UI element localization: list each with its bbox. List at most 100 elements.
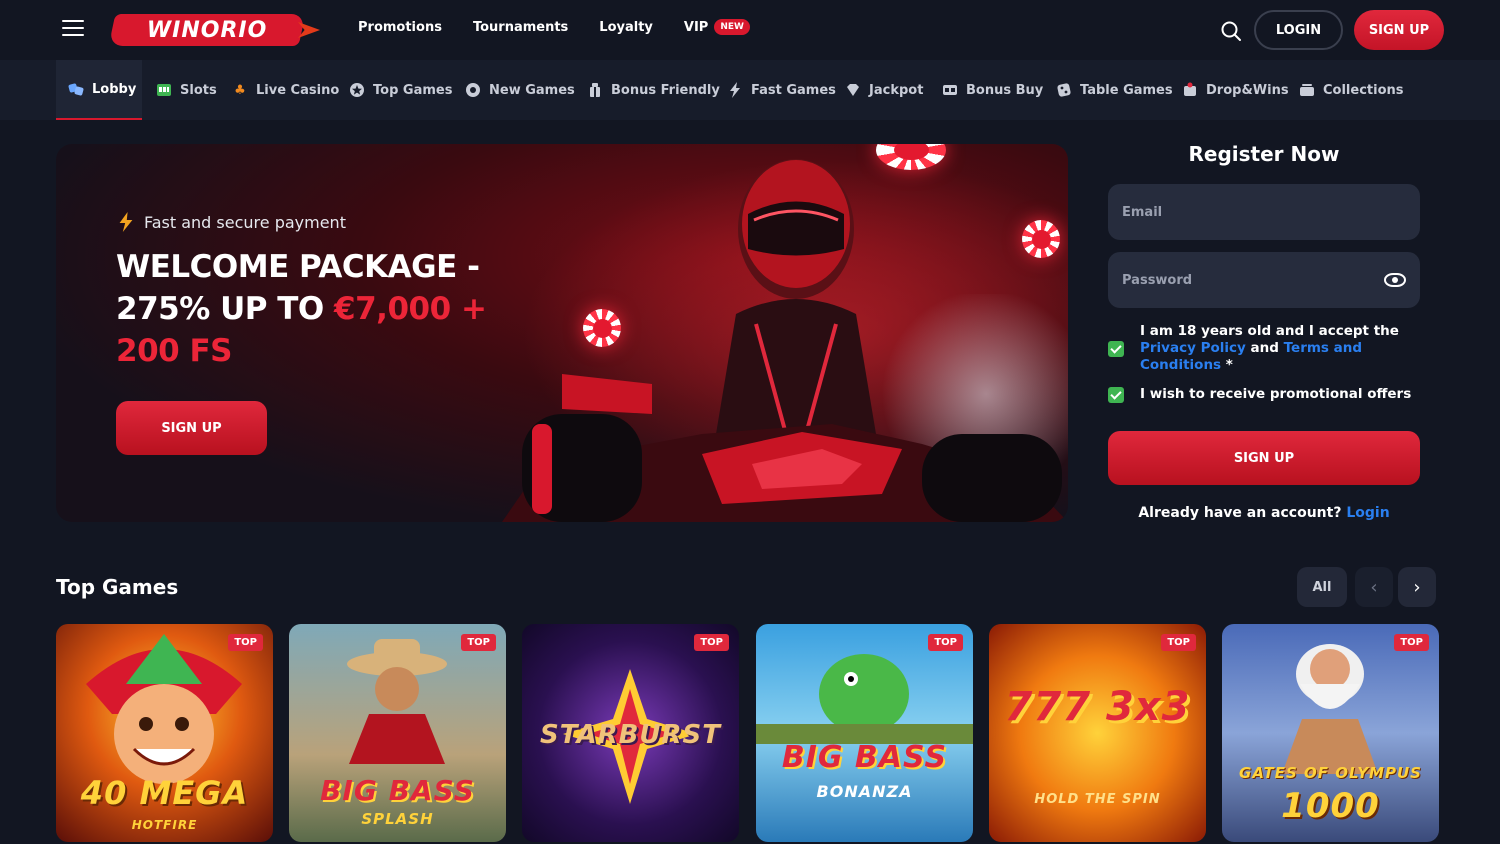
nav-tournaments[interactable]: Tournaments [473,19,568,35]
category-nav: Lobby Slots ♣ Live Casino Top Games New … [0,60,1500,120]
tab-label: Table Games [1080,82,1173,98]
login-button[interactable]: LOGIN [1254,10,1343,50]
tab-bonus-friendly[interactable]: Bonus Friendly [575,60,732,120]
tab-label: Collections [1323,82,1404,98]
new-badge: NEW [714,19,750,35]
tab-table-games[interactable]: Table Games [1044,60,1185,120]
gift-icon [587,82,603,98]
tab-label: Bonus Friendly [611,82,720,98]
register-title: Register Now [1188,142,1340,166]
nav-vip[interactable]: VIP NEW [684,19,750,35]
tab-label: Top Games [373,82,453,98]
tab-top-games[interactable]: Top Games [337,60,464,120]
game-card[interactable]: TOP BIG BASS SPLASH [289,624,506,842]
tab-label: Drop&Wins [1206,82,1289,98]
game-card[interactable]: TOP BIG BASS BONANZA [756,624,973,842]
eye-icon[interactable] [1384,273,1406,287]
site-logo[interactable]: WINORIO [108,14,320,46]
chevron-left-icon[interactable]: ‹ [1355,567,1393,607]
slots-icon [156,82,172,98]
race-car-image [502,374,1068,522]
password-field-wrapper [1108,252,1420,308]
game-subtitle: HOLD THE SPIN [1034,792,1161,807]
promo-label: I wish to receive promotional offers [1140,386,1412,402]
menu-icon[interactable] [62,20,84,38]
tab-fast-games[interactable]: Fast Games [715,60,848,120]
tab-label: Slots [180,82,217,98]
promo-checkbox-row: I wish to receive promotional offers [1108,386,1420,403]
casino-chip-image [1022,220,1060,258]
tab-label: New Games [489,82,575,98]
top-badge: TOP [461,634,496,651]
terms-prefix: I am 18 years old and I accept the [1140,323,1399,339]
tab-drop-wins[interactable]: Drop&Wins [1170,60,1301,120]
privacy-policy-link[interactable]: Privacy Policy [1140,340,1246,356]
tab-label: Fast Games [751,82,836,98]
signup-button[interactable]: SIGN UP [1354,10,1444,50]
club-icon: ♣ [234,82,246,98]
bolt-icon [727,82,743,98]
star-icon [349,82,365,98]
search-icon[interactable] [1220,20,1242,42]
top-badge: TOP [228,634,263,651]
terms-checkbox[interactable] [1108,341,1124,357]
terms-checkbox-row: I am 18 years old and I accept the Priva… [1108,323,1420,374]
game-title: GATES OF OLYMPUS [1239,764,1422,782]
email-field[interactable] [1122,204,1406,220]
tab-bonus-buy[interactable]: Bonus Buy [930,60,1055,120]
nav-loyalty[interactable]: Loyalty [599,19,653,35]
drop-icon [1182,82,1198,98]
nav-label: Tournaments [472,19,569,35]
promo-checkbox[interactable] [1108,387,1124,403]
chevron-right-icon[interactable]: › [1398,567,1436,607]
tab-collections[interactable]: Collections [1287,60,1416,120]
payment-tagline: Fast and secure payment [118,212,346,232]
game-title: 777 3x3 [1004,684,1191,730]
game-subtitle: SPLASH [361,810,434,828]
lightning-icon [119,212,133,232]
already-text: Already have an account? [1138,505,1342,521]
section-title: Top Games [56,575,179,599]
register-signup-button[interactable]: SIGN UP [1108,431,1420,485]
nav-promotions[interactable]: Promotions [358,19,442,35]
game-card[interactable]: TOP STARBURST [522,624,739,842]
game-title: BIG BASS [320,774,475,807]
terms-and: and [1245,340,1284,356]
tab-label: Lobby [92,81,137,97]
site-header: WINORIO Promotions Tournaments Loyalty V… [0,0,1500,60]
terms-text: I am 18 years old and I accept the Priva… [1140,323,1410,374]
game-title: 40 MEGA [80,774,249,812]
tab-live-casino[interactable]: ♣ Live Casino [220,60,351,120]
tab-label: Bonus Buy [966,82,1044,98]
login-link[interactable]: Login [1346,505,1389,521]
already-account: Already have an account? Login [1108,505,1420,521]
password-field[interactable] [1122,272,1384,288]
tab-label: Live Casino [256,82,340,98]
game-card[interactable]: TOP GATES OF OLYMPUS 1000 [1222,624,1439,842]
view-all-button[interactable]: All [1297,567,1347,607]
top-badge: TOP [928,634,963,651]
nav-label: Promotions [358,19,442,35]
tab-new-games[interactable]: New Games [453,60,587,120]
bass-fish-image [756,654,973,744]
nav-label: VIP [683,19,709,35]
tab-label: Jackpot [869,82,924,98]
main-nav: Promotions Tournaments Loyalty VIP NEW [358,19,750,35]
tab-lobby[interactable]: Lobby [56,60,142,120]
tab-jackpot[interactable]: Jackpot [833,60,935,120]
top-badge: TOP [1394,634,1429,651]
casino-chip-image [583,309,621,347]
game-card[interactable]: TOP 777 3x3 HOLD THE SPIN [989,624,1206,842]
dice-icon [1056,82,1072,98]
game-title: STARBURST [540,720,721,750]
top-badge: TOP [1161,634,1196,651]
hero-signup-button[interactable]: SIGN UP [116,401,267,455]
tab-slots[interactable]: Slots [144,60,229,120]
cart-icon [942,82,958,98]
top-badge: TOP [694,634,729,651]
lobby-icon [68,81,84,97]
diamond-icon [845,82,861,98]
game-card[interactable]: TOP 40 MEGA HOTFIRE [56,624,273,842]
game-subtitle: BONANZA [816,782,913,801]
nav-label: Loyalty [599,19,653,35]
